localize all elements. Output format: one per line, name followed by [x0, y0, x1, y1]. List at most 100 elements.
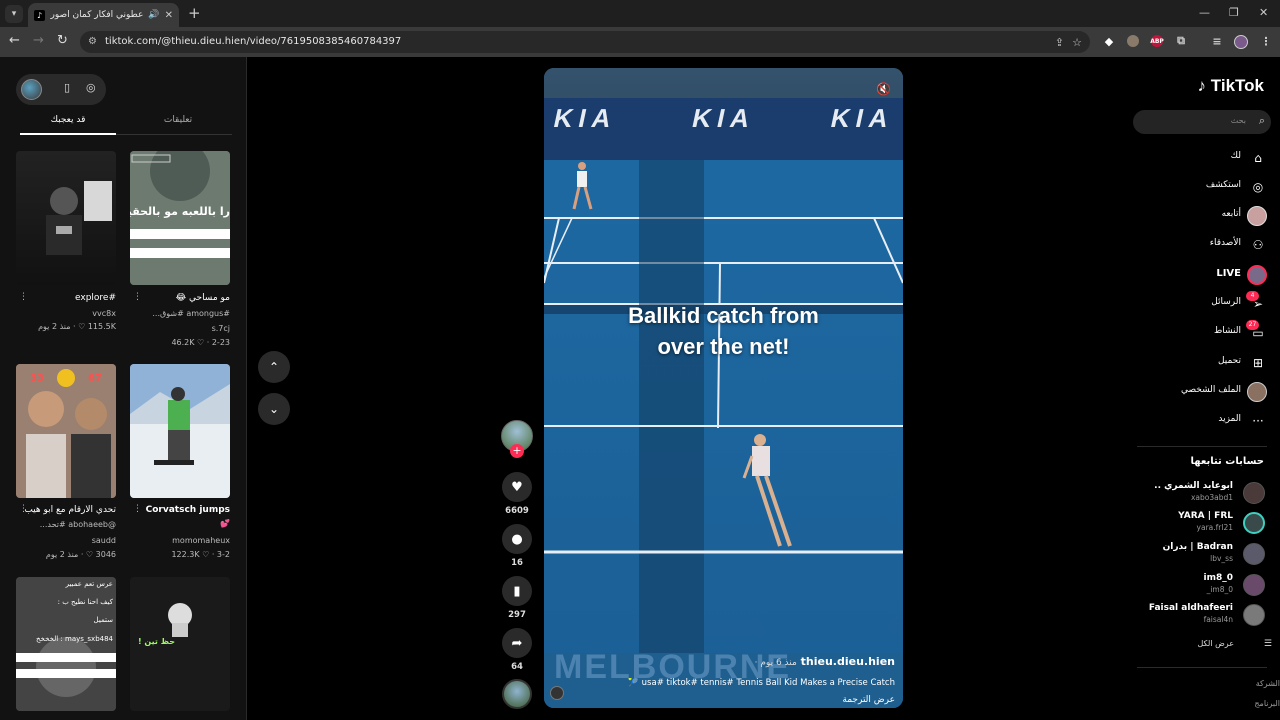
save-button[interactable]: ▮ [502, 576, 532, 606]
footer-link[interactable]: البرنامج [1254, 699, 1280, 708]
phone-icon[interactable]: ▯ [64, 81, 70, 94]
browser-tab[interactable]: ♪ عطوني افكار كمان اصورها و... 🔊 ✕ [28, 3, 179, 27]
mini-player-bar: ▯ ◎ [16, 74, 106, 105]
nav-profile[interactable]: الملف الشخصي [1133, 381, 1271, 403]
card-description[interactable]: #amongus #شوق... [130, 309, 230, 318]
music-disc-icon[interactable] [502, 679, 532, 709]
restore-icon[interactable]: ❐ [1229, 6, 1239, 19]
puzzle-icon[interactable]: ⧉ [1175, 34, 1187, 47]
like-count: 6609 [505, 506, 529, 516]
more-options-icon[interactable]: ⋮ [133, 504, 142, 514]
thumbnail-line: عرس تعم عمبير [65, 580, 113, 588]
install-app-icon[interactable]: ⇪ [1055, 36, 1064, 49]
reload-icon[interactable]: ↻ [57, 34, 68, 48]
minimize-icon[interactable]: — [1199, 6, 1210, 19]
card-title[interactable]: #explore [16, 293, 116, 303]
list-icon[interactable]: ☰ [1264, 639, 1272, 649]
share-button[interactable]: ➦ [502, 628, 532, 658]
nav-friends[interactable]: الأصدقاء ⚇ [1133, 234, 1271, 256]
tab-search-button[interactable]: ▾ [5, 5, 23, 23]
comment-button[interactable]: ● [502, 524, 532, 554]
nav-for-you[interactable]: لك ⌂ [1133, 147, 1271, 169]
card-description[interactable]: @abohaeeb #تحد... [16, 520, 116, 529]
video-thumbnail-5[interactable]: عرس تعم عمبير كيف احنا نطيح ب : ستميل ma… [16, 577, 116, 711]
video-thumbnail-4[interactable] [130, 364, 230, 498]
thumbnail-line: mays_sxb484 : الخخخخ [36, 635, 113, 643]
nav-more[interactable]: المزيد ··· [1133, 410, 1271, 432]
next-video-button[interactable]: ⌄ [258, 393, 290, 425]
close-tab-icon[interactable]: ✕ [165, 10, 173, 21]
like-button[interactable]: ♥ [502, 472, 532, 502]
music-icon[interactable] [550, 686, 564, 700]
following-icon [1247, 206, 1267, 226]
nav-upload[interactable]: تحميل ⊞ [1133, 352, 1271, 374]
card-title[interactable]: Corvatsch jumps [130, 505, 230, 515]
site-info-icon[interactable]: ⚙ [88, 36, 97, 47]
card-title[interactable]: تحدي الارقام مع ابو هيب [16, 505, 116, 515]
tiktok-favicon-icon: ♪ [34, 9, 45, 21]
forward-icon[interactable]: → [33, 34, 44, 48]
new-tab-button[interactable]: + [188, 5, 201, 21]
nav-label: الملف الشخصي [1181, 385, 1241, 395]
video-thumbnail-2[interactable]: را باللعبه مو بالحقيقة [130, 151, 230, 285]
card-author[interactable]: saudd [16, 536, 116, 545]
media-control-icon[interactable]: ≡ [1211, 35, 1223, 48]
adblock-icon[interactable]: ABP [1150, 35, 1164, 47]
bookmark-star-icon[interactable]: ☆ [1072, 36, 1082, 49]
previous-video-button[interactable]: ⌃ [258, 351, 290, 383]
speaker-icon[interactable]: 🔊 [148, 10, 159, 20]
author-name[interactable]: thieu.dieu.hien [801, 655, 895, 668]
volume-icon[interactable]: 🔇 [876, 82, 891, 96]
nav-activity[interactable]: النشاط ▭ 27 [1133, 320, 1271, 344]
browser-toolbar: ← → ↻ ⚙ tiktok.com/@thieu.dieu.hien/vide… [0, 27, 1280, 57]
nav-explore[interactable]: استكشف ◎ [1133, 176, 1271, 198]
card-author[interactable]: momomaheux [130, 536, 230, 545]
followed-account[interactable]: YARA | FRL yara.frl21 [1133, 509, 1271, 537]
video-author[interactable]: thieu.dieu.hien منذ 6 يوم · [755, 655, 895, 668]
video-caption: Ballkid catch from over the net! [544, 300, 903, 362]
nav-messages[interactable]: الرسائل ➢ 4 [1133, 291, 1271, 315]
activity-badge: 27 [1246, 320, 1259, 330]
follow-plus-icon[interactable]: + [510, 444, 524, 458]
close-window-icon[interactable]: ✕ [1259, 6, 1268, 19]
back-icon[interactable]: ← [9, 34, 20, 48]
see-translation-link[interactable]: عرض الترجمة [842, 695, 895, 705]
card-author[interactable]: s.7cj [130, 324, 230, 333]
profile-avatar[interactable] [1234, 35, 1248, 49]
followed-account[interactable]: Badran | بدران lbv_ss [1133, 540, 1271, 568]
search-icon[interactable]: ⌕ [1259, 114, 1265, 128]
more-options-icon[interactable]: ⋮ [133, 292, 142, 302]
address-bar[interactable]: ⚙ tiktok.com/@thieu.dieu.hien/video/7619… [80, 31, 1090, 53]
video-player[interactable]: KIA KIA KIA MELBOURNE Ballkid catch from… [544, 68, 903, 708]
mini-avatar[interactable] [21, 79, 42, 100]
share-icon: ➦ [511, 635, 523, 651]
nav-following[interactable]: أتابعه [1133, 205, 1271, 227]
card-title[interactable]: مو مساحي 😂 [130, 293, 230, 303]
video-description[interactable]: usa# tiktok# tennis# Tennis Ball Kid Mak… [555, 678, 895, 688]
heart-icon: ♥ [511, 479, 523, 495]
followed-account[interactable]: Faisal aldhafeeri faisal4n [1133, 601, 1271, 629]
tiktok-logo[interactable]: ♪ TikTok [1198, 76, 1264, 96]
caption-line-2: over the net! [657, 334, 790, 359]
show-all-link[interactable]: عرض الكل [1197, 639, 1234, 648]
search-input[interactable]: بحث ⌕ [1133, 110, 1271, 134]
share-count: 64 [511, 662, 523, 672]
video-thumbnail-1[interactable] [16, 151, 116, 285]
followed-account[interactable]: ابوعايد الشمري .. xabo3abd1 [1133, 479, 1271, 507]
footer-link[interactable]: الشركة [1256, 679, 1280, 688]
card-author[interactable]: vvc8x [16, 309, 116, 318]
comment-icon: ● [511, 531, 523, 547]
video-thumbnail-3[interactable]: 33 67 [16, 364, 116, 498]
menu-kebab-icon[interactable]: ⋮ [1260, 35, 1272, 48]
compass-small-icon[interactable]: ◎ [86, 81, 96, 94]
nav-live[interactable]: LIVE [1133, 264, 1271, 286]
nav-label: النشاط [1213, 326, 1241, 336]
extension-face-icon[interactable] [1127, 35, 1139, 47]
tab-comments[interactable]: تعليقات [130, 115, 226, 125]
tab-suggested[interactable]: قد يعجبك [20, 115, 116, 125]
more-options-icon[interactable]: ⋮ [19, 292, 28, 302]
extension-diamond-icon[interactable]: ◆ [1103, 35, 1115, 48]
followed-account[interactable]: im8_0 _im8_0 [1133, 571, 1271, 599]
more-options-icon[interactable]: ⋮ [19, 504, 28, 514]
video-thumbnail-6[interactable]: حظ تين ! [130, 577, 230, 711]
